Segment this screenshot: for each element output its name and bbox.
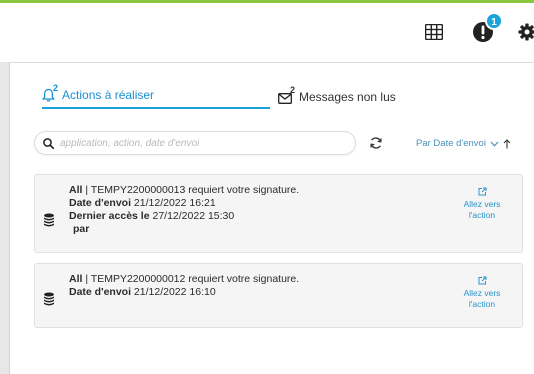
coins-icon (44, 213, 54, 227)
external-link-icon (478, 187, 486, 196)
tab-messages-count: 2 (290, 85, 296, 95)
top-accent-line (0, 0, 534, 3)
gear-icon[interactable] (518, 22, 534, 42)
action-card[interactable]: All | TEMPY2200000012 requiert votre sig… (34, 263, 523, 328)
sort-control[interactable]: Par Date d'envoi (416, 138, 511, 149)
action-access-value: 27/12/2022 15:30 (149, 210, 235, 222)
action-date: Date d'envoi 21/12/2022 16:21 (69, 197, 299, 210)
action-date-label: Date d'envoi (69, 197, 132, 209)
action-scope: All (69, 184, 83, 196)
tab-actions-label: Actions à réaliser (62, 88, 155, 102)
alert-count-badge: 1 (485, 12, 503, 30)
sort-label: Par Date d'envoi (416, 138, 486, 149)
action-last-access: Dernier accès le 27/12/2022 15:30 (69, 210, 299, 223)
goto-action-link[interactable]: Allez vers l'action (452, 276, 512, 310)
chevron-down-icon[interactable] (490, 141, 499, 147)
left-sidebar-strip (0, 62, 10, 374)
top-bar: 1 (0, 0, 534, 62)
action-title: All | TEMPY2200000013 requiert votre sig… (69, 184, 299, 197)
refresh-icon[interactable] (369, 136, 383, 150)
grid-icon[interactable] (425, 24, 443, 40)
action-text: | TEMPY2200000013 requiert votre signatu… (82, 184, 300, 196)
tab-actions-count: 2 (53, 83, 59, 93)
tab-messages[interactable]: 2 Messages non lus (278, 83, 396, 109)
action-text: | TEMPY2200000012 requiert votre signatu… (82, 273, 300, 285)
action-card-body: All | TEMPY2200000012 requiert votre sig… (69, 273, 299, 299)
search-input[interactable] (60, 137, 340, 149)
tab-actions[interactable]: 2 Actions à réaliser (42, 83, 270, 109)
external-link-icon (478, 276, 486, 285)
coins-icon (44, 292, 54, 306)
action-by: par (73, 223, 299, 236)
action-card-body: All | TEMPY2200000013 requiert votre sig… (69, 184, 299, 236)
goto-action-link[interactable]: Allez vers l'action (452, 187, 512, 221)
arrow-up-icon[interactable] (503, 138, 511, 149)
tab-messages-label: Messages non lus (299, 90, 396, 104)
action-title: All | TEMPY2200000012 requiert votre sig… (69, 273, 299, 286)
search-icon (43, 137, 54, 149)
action-access-label: Dernier accès le (69, 210, 150, 222)
actions-panel: 2 Actions à réaliser 2 Messages non lus … (10, 62, 534, 374)
goto-action-label: Allez vers l'action (463, 199, 501, 220)
action-date-value: 21/12/2022 16:10 (131, 286, 216, 298)
action-date-label: Date d'envoi (69, 286, 132, 298)
action-card[interactable]: All | TEMPY2200000013 requiert votre sig… (34, 174, 523, 253)
action-date: Date d'envoi 21/12/2022 16:10 (69, 286, 299, 299)
goto-action-label: Allez vers l'action (463, 288, 501, 309)
action-by-label: par (73, 223, 90, 235)
action-date-value: 21/12/2022 16:21 (131, 197, 216, 209)
search-box (34, 131, 356, 155)
action-scope: All (69, 273, 83, 285)
